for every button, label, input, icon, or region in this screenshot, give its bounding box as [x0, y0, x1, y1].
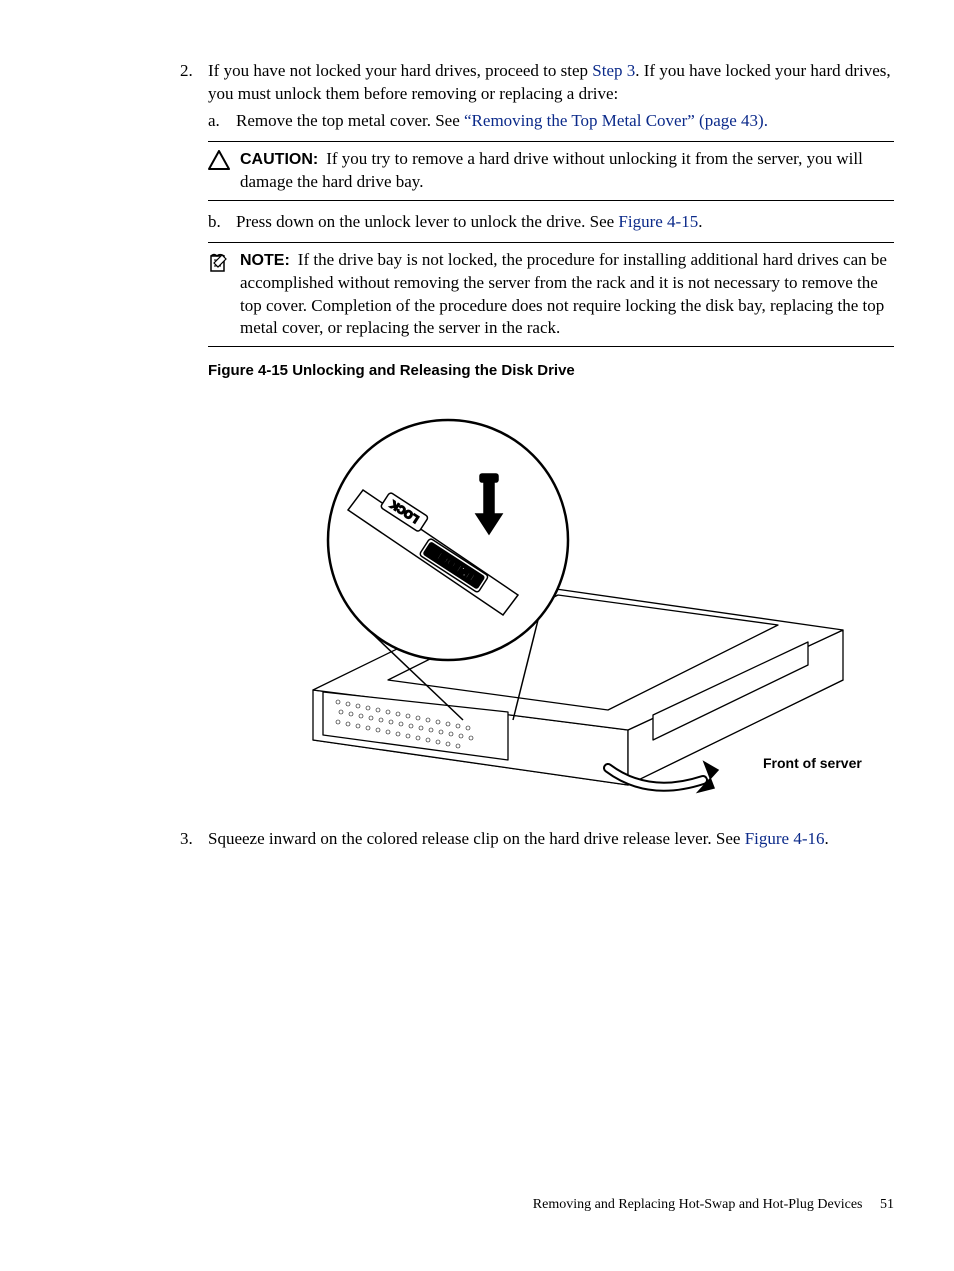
figure-4-15: LOCK UNLOCK	[208, 390, 894, 810]
link-removing-top-cover[interactable]: “Removing the Top Metal Cover” (page 43)…	[464, 111, 768, 130]
caution-label: CAUTION:	[240, 151, 318, 168]
step-2-text-a: If you have not locked your hard drives,…	[208, 61, 592, 80]
figure-4-15-caption: Figure 4-15 Unlocking and Releasing the …	[208, 361, 894, 381]
note-text-block: NOTE:If the drive bay is not locked, the…	[240, 249, 894, 341]
step-3-body: Squeeze inward on the colored release cl…	[208, 828, 894, 851]
step-2-number: 2.	[180, 60, 208, 133]
step-2a-text-a: Remove the top metal cover. See	[236, 111, 464, 130]
link-step-3[interactable]: Step 3	[592, 61, 635, 80]
step-2b-text-b: .	[698, 212, 702, 231]
step-2-cont: b. Press down on the unlock lever to unl…	[180, 207, 894, 234]
step-2b-text-a: Press down on the unlock lever to unlock…	[236, 212, 618, 231]
step-2a: a. Remove the top metal cover. See “Remo…	[208, 110, 894, 133]
link-figure-4-15[interactable]: Figure 4-15	[618, 212, 698, 231]
warning-triangle-icon	[208, 148, 240, 194]
step-2-body: If you have not locked your hard drives,…	[208, 60, 894, 133]
page-footer: Removing and Replacing Hot-Swap and Hot-…	[533, 1196, 894, 1215]
step-3-text-b: .	[824, 829, 828, 848]
footer-section: Removing and Replacing Hot-Swap and Hot-…	[533, 1197, 863, 1212]
link-figure-4-16[interactable]: Figure 4-16	[745, 829, 825, 848]
caution-callout: CAUTION:If you try to remove a hard driv…	[208, 141, 894, 201]
step-3: 3. Squeeze inward on the colored release…	[180, 828, 894, 851]
note-label: NOTE:	[240, 252, 290, 269]
step-3-number: 3.	[180, 828, 208, 851]
figure-front-label: Front of server	[763, 755, 862, 771]
caution-text: If you try to remove a hard drive withou…	[240, 149, 863, 191]
note-callout: NOTE:If the drive bay is not locked, the…	[208, 242, 894, 348]
content-column: 2. If you have not locked your hard driv…	[180, 60, 894, 851]
step-3-text-a: Squeeze inward on the colored release cl…	[208, 829, 745, 848]
step-2b: b. Press down on the unlock lever to unl…	[208, 211, 894, 234]
note-text: If the drive bay is not locked, the proc…	[240, 250, 887, 338]
footer-page-number: 51	[880, 1197, 894, 1212]
page: 2. If you have not locked your hard driv…	[0, 0, 954, 1271]
caution-text-block: CAUTION:If you try to remove a hard driv…	[240, 148, 894, 194]
note-pencil-icon	[208, 249, 240, 341]
step-2: 2. If you have not locked your hard driv…	[180, 60, 894, 133]
step-2a-body: Remove the top metal cover. See “Removin…	[236, 110, 894, 133]
step-2b-letter: b.	[208, 211, 236, 234]
step-2b-body: Press down on the unlock lever to unlock…	[236, 211, 894, 234]
step-2a-letter: a.	[208, 110, 236, 133]
